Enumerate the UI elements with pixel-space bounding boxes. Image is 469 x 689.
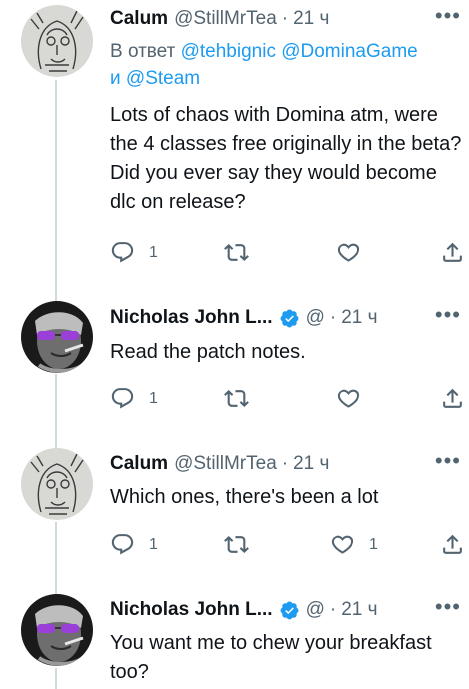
share-icon <box>443 242 462 262</box>
timestamp[interactable]: 21 ч <box>341 307 377 329</box>
reply-prefix: В ответ <box>110 41 176 62</box>
separator-dot: · <box>281 8 289 29</box>
tweet-text: Which ones, there's been a lot <box>110 486 379 508</box>
avatar-calum[interactable] <box>21 5 93 77</box>
reply-button[interactable]: 1 <box>110 532 158 557</box>
like-button[interactable] <box>336 386 361 411</box>
tweet-text: Read the patch notes. <box>110 341 306 363</box>
mention-link[interactable]: @tehbignic <box>181 41 276 62</box>
thread-line <box>55 80 57 310</box>
tweet-actions: 1 <box>110 240 469 266</box>
reply-icon <box>111 534 134 555</box>
more-options-icon[interactable]: ••• <box>435 304 461 326</box>
reply-count: 1 <box>149 389 158 407</box>
reply-button[interactable]: 1 <box>110 386 158 411</box>
separator-dot: · <box>329 599 337 620</box>
retweet-button[interactable] <box>224 240 249 265</box>
tweet-text: Lots of chaos with Domina atm, were the … <box>110 104 462 213</box>
timestamp[interactable]: 21 ч <box>293 8 329 30</box>
reply-count: 1 <box>149 535 158 553</box>
retweet-icon <box>224 244 249 261</box>
thread-line <box>55 522 57 597</box>
mention-link[interactable]: @Steam <box>126 68 200 89</box>
more-options-icon[interactable]: ••• <box>435 596 461 618</box>
thread-line <box>55 668 57 689</box>
heart-icon <box>337 389 360 408</box>
author-name[interactable]: Calum <box>110 8 168 30</box>
tweet-actions: 1 1 <box>110 532 469 558</box>
retweet-icon <box>224 536 249 553</box>
timestamp[interactable]: 21 ч <box>341 599 377 621</box>
author-name[interactable]: Nicholas John L... <box>110 599 273 621</box>
author-handle[interactable]: @ <box>306 307 325 329</box>
separator-dot: · <box>329 307 337 328</box>
tweet-header: Nicholas John L... @ · 21 ч ••• <box>110 304 469 332</box>
retweet-button[interactable] <box>224 386 249 411</box>
like-count: 1 <box>369 535 378 553</box>
share-icon <box>443 388 462 408</box>
heart-icon <box>337 243 360 262</box>
retweet-button[interactable] <box>224 532 249 557</box>
verified-badge-icon <box>280 601 299 619</box>
more-options-icon[interactable]: ••• <box>435 5 461 27</box>
more-options-icon[interactable]: ••• <box>435 450 461 472</box>
reply-icon <box>111 388 134 409</box>
heart-icon <box>331 535 354 554</box>
share-button[interactable] <box>440 386 465 411</box>
author-handle[interactable]: @ <box>306 599 325 621</box>
separator-dot: · <box>281 453 289 474</box>
mention-link[interactable]: @DominaGame <box>281 41 418 62</box>
timestamp[interactable]: 21 ч <box>293 453 329 475</box>
like-button[interactable]: 1 <box>330 532 378 557</box>
replying-to: В ответ @tehbignic @DominaGame и @Steam <box>110 38 465 92</box>
tweet-header: Nicholas John L... @ · 21 ч ••• <box>110 596 469 624</box>
reply-button[interactable]: 1 <box>110 240 158 265</box>
share-button[interactable] <box>440 240 465 265</box>
tweet-header: Calum @StillMrTea · 21 ч ••• <box>110 450 469 478</box>
tweet-text: You want me to chew your breakfast too? <box>110 632 432 683</box>
avatar-nicholas[interactable] <box>21 301 93 373</box>
verified-badge-icon <box>280 309 299 327</box>
author-handle[interactable]: @StillMrTea <box>174 8 277 30</box>
share-icon <box>443 534 462 554</box>
avatar-nicholas[interactable] <box>21 594 93 666</box>
reply-and: и <box>110 68 121 89</box>
avatar-calum[interactable] <box>21 448 93 520</box>
tweet-actions: 1 <box>110 386 469 412</box>
thread-line <box>55 374 57 454</box>
author-name[interactable]: Nicholas John L... <box>110 307 273 329</box>
like-button[interactable] <box>336 240 361 265</box>
author-name[interactable]: Calum <box>110 453 168 475</box>
tweet-header: Calum @StillMrTea · 21 ч ••• <box>110 5 469 33</box>
author-handle[interactable]: @StillMrTea <box>174 453 277 475</box>
reply-count: 1 <box>149 243 158 261</box>
reply-icon <box>111 242 134 263</box>
share-button[interactable] <box>440 532 465 557</box>
retweet-icon <box>224 390 249 407</box>
